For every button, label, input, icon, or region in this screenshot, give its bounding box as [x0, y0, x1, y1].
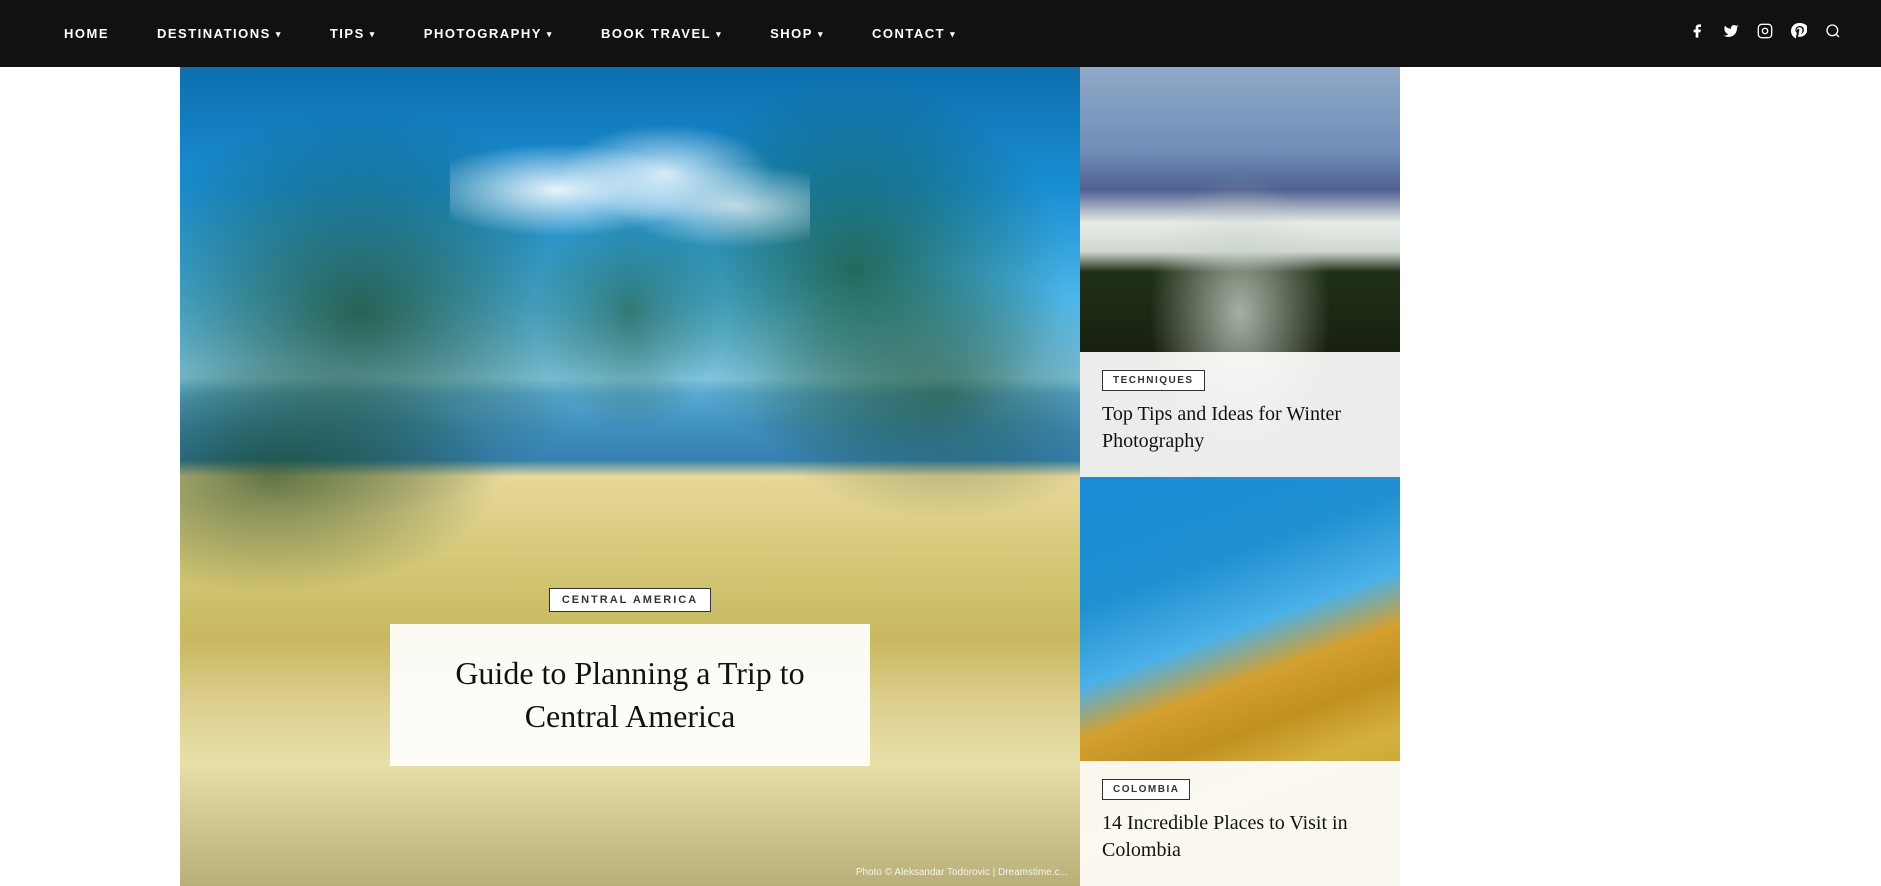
card-2-title: 14 Incredible Places to Visit in Colombi…	[1102, 810, 1378, 864]
hero-section[interactable]: CENTRAL AMERICA Guide to Planning a Trip…	[180, 67, 1080, 886]
hero-title-box: Guide to Planning a Trip to Central Amer…	[390, 624, 870, 766]
chevron-down-icon: ▾	[950, 29, 956, 40]
nav-label-home: HOME	[64, 26, 109, 41]
chevron-down-icon: ▾	[276, 29, 282, 40]
nav-item-tips[interactable]: TIPS ▾	[306, 0, 400, 67]
chevron-down-icon: ▾	[818, 29, 824, 40]
pinterest-icon[interactable]	[1791, 23, 1807, 44]
navigation: HOME DESTINATIONS ▾ TIPS ▾ PHOTOGRAPHY ▾…	[0, 0, 1881, 67]
nav-social	[1689, 23, 1841, 44]
card-2-content: COLOMBIA 14 Incredible Places to Visit i…	[1080, 761, 1400, 886]
chevron-down-icon: ▾	[370, 29, 376, 40]
nav-label-tips: TIPS	[330, 26, 365, 41]
nav-label-shop: SHOP	[770, 26, 813, 41]
card-1-badge: TECHNIQUES	[1102, 370, 1205, 391]
card-1-title: Top Tips and Ideas for Winter Photograph…	[1102, 401, 1378, 455]
facebook-icon[interactable]	[1689, 23, 1705, 44]
hero-category-badge[interactable]: CENTRAL AMERICA	[390, 588, 870, 624]
instagram-icon[interactable]	[1757, 23, 1773, 44]
chevron-down-icon: ▾	[547, 29, 553, 40]
card-1-badge-wrapper[interactable]: TECHNIQUES	[1102, 370, 1378, 401]
nav-label-contact: CONTACT	[872, 26, 945, 41]
nav-item-book-travel[interactable]: BOOK TRAVEL ▾	[577, 0, 746, 67]
card-colombia[interactable]: COLOMBIA 14 Incredible Places to Visit i…	[1080, 477, 1400, 886]
card-2-badge-wrapper[interactable]: COLOMBIA	[1102, 779, 1378, 810]
category-badge-label: CENTRAL AMERICA	[549, 588, 711, 612]
nav-item-destinations[interactable]: DESTINATIONS ▾	[133, 0, 306, 67]
twitter-icon[interactable]	[1723, 23, 1739, 44]
main-content: CENTRAL AMERICA Guide to Planning a Trip…	[0, 67, 1881, 886]
card-1-content: TECHNIQUES Top Tips and Ideas for Winter…	[1080, 352, 1400, 477]
hero-title: Guide to Planning a Trip to Central Amer…	[426, 652, 834, 738]
clouds-decoration	[450, 108, 810, 272]
nav-item-shop[interactable]: SHOP ▾	[746, 0, 848, 67]
photo-credit: Photo © Aleksandar Todorovic | Dreamstim…	[856, 867, 1068, 878]
nav-label-book-travel: BOOK TRAVEL	[601, 26, 711, 41]
chevron-down-icon: ▾	[716, 29, 722, 40]
nav-menu: HOME DESTINATIONS ▾ TIPS ▾ PHOTOGRAPHY ▾…	[40, 0, 980, 67]
nav-item-home[interactable]: HOME	[40, 0, 133, 67]
nav-item-photography[interactable]: PHOTOGRAPHY ▾	[400, 0, 577, 67]
card-2-badge: COLOMBIA	[1102, 779, 1190, 800]
card-winter-photography[interactable]: TECHNIQUES Top Tips and Ideas for Winter…	[1080, 67, 1400, 477]
nav-label-photography: PHOTOGRAPHY	[424, 26, 542, 41]
sidebar-cards: TECHNIQUES Top Tips and Ideas for Winter…	[1080, 67, 1400, 886]
hero-overlay: CENTRAL AMERICA Guide to Planning a Trip…	[390, 588, 870, 766]
nav-item-contact[interactable]: CONTACT ▾	[848, 0, 980, 67]
search-icon[interactable]	[1825, 23, 1841, 44]
nav-label-destinations: DESTINATIONS	[157, 26, 271, 41]
